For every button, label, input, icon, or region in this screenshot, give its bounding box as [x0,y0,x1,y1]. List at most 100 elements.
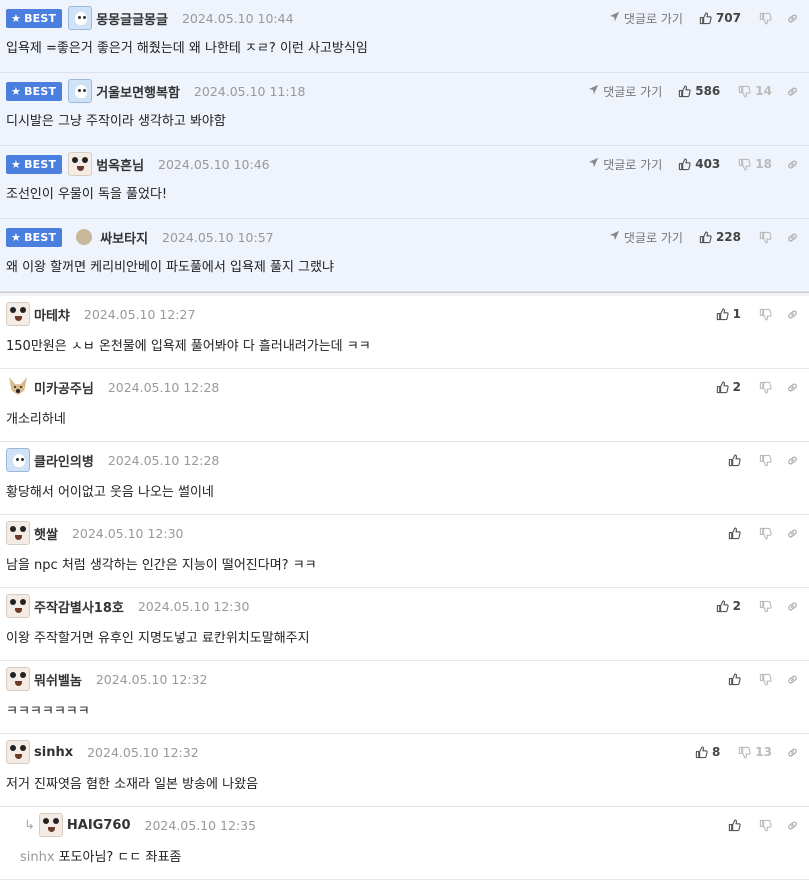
user-nickname[interactable]: 뭐쉬벨놈 [34,670,82,689]
dislike-button[interactable] [755,381,772,394]
user-nickname[interactable]: sinhx [34,745,73,760]
dog-character-icon[interactable] [6,594,30,618]
dog-character-icon[interactable] [38,813,63,837]
link-icon[interactable] [786,308,799,321]
thumbs-up-icon [716,308,729,321]
comment-date: 2024.05.10 12:27 [83,306,196,322]
goto-comment-link[interactable]: 댓글로 가기 [588,156,662,173]
thumbs-down-icon [759,600,772,613]
comment-body: 저거 진짜엿음 혐한 소재라 일본 방송에 나왔음 [6,777,259,792]
like-button[interactable] [724,527,741,540]
comment-text: sinhx 포도아님? ㄷㄷ 좌표좀 [20,846,181,865]
best-comment: ★ BEST 싸보타지 2024.05.10 10:57 댓글로 가기 228 왜 이왕 할… [0,219,809,292]
dislike-button[interactable] [755,673,772,686]
dislike-button[interactable] [755,454,772,467]
link-icon[interactable] [786,454,799,467]
dislike-button[interactable]: 13 [734,745,772,759]
dislike-button[interactable] [755,600,772,613]
comment-body: 남을 npc 처럼 생각하는 인간은 지능이 떨어진다며? ㅋㅋ [6,558,317,573]
like-count: 2 [732,599,741,613]
link-icon[interactable] [786,12,799,25]
dislike-button[interactable] [755,527,772,540]
default-dot-icon[interactable] [76,229,93,245]
dog-character-icon[interactable] [6,667,30,691]
link-icon[interactable] [786,746,799,759]
best-badge-label: BEST [24,84,57,98]
user-nickname[interactable]: 햇쌀 [34,524,58,543]
goto-comment-link[interactable]: 댓글로 가기 [609,229,683,246]
goto-comment-label: 댓글로 가기 [623,230,683,245]
blue-character-icon[interactable] [68,79,93,103]
dislike-button[interactable] [755,12,772,25]
user-nickname[interactable]: 범옥흔님 [96,155,144,174]
best-badge: ★ BEST [6,154,63,174]
dislike-button[interactable]: 18 [734,157,772,171]
star-icon: ★ [11,230,22,244]
dislike-button[interactable] [755,819,772,832]
comment: 미카공주님 2024.05.10 12:28 2 개소리하네 [0,369,809,442]
like-button[interactable] [724,673,741,686]
like-button[interactable]: 228 [695,230,741,244]
like-button[interactable]: 2 [712,599,741,613]
thumbs-up-icon [695,746,708,759]
dislike-button[interactable] [755,231,772,244]
user-nickname[interactable]: HAIG760 [67,818,131,833]
goto-arrow-icon [588,84,603,98]
comment-text: 개소리하네 [6,408,66,427]
thumbs-down-icon [738,746,751,759]
link-icon[interactable] [786,231,799,244]
user-nickname[interactable]: 거울보면행복함 [96,82,180,101]
comment-header: ↳ HAIG760 2024.05.10 12:35 [6,812,809,838]
comment-actions: 댓글로 가기 586 14 [588,78,799,104]
like-button[interactable]: 2 [712,380,741,394]
dog-character-icon[interactable] [6,521,30,545]
goto-comment-link[interactable]: 댓글로 가기 [588,83,662,100]
thumbs-up-icon [728,527,741,540]
like-button[interactable]: 707 [695,11,741,25]
thumbs-down-icon [759,454,772,467]
link-icon[interactable] [786,819,799,832]
dog-character-icon[interactable] [6,740,30,764]
link-icon[interactable] [786,527,799,540]
comment: 클라인의병 2024.05.10 12:28 황당해서 어이없고 웃음 나오는 썰이… [0,442,809,515]
link-icon[interactable] [786,381,799,394]
like-button[interactable]: 403 [674,157,720,171]
user-nickname[interactable]: 마테챠 [34,305,70,324]
like-button[interactable] [724,454,741,467]
comment-actions [724,812,799,838]
like-button[interactable]: 8 [691,745,720,759]
reply-mention[interactable]: sinhx [20,850,55,865]
goto-comment-link[interactable]: 댓글로 가기 [609,10,683,27]
comment: 마테챠 2024.05.10 12:27 1 150만원은 ㅅㅂ 온천물에 입욕제 풀… [0,296,809,369]
fox-character-icon[interactable] [6,375,30,399]
goto-comment-label: 댓글로 가기 [603,157,663,172]
dislike-button[interactable] [755,308,772,321]
comment-text: 150만원은 ㅅㅂ 온천물에 입욕제 풀어봐야 다 흘러내려가는데 ㅋㅋ [6,335,371,354]
comment: 햇쌀 2024.05.10 12:30 남을 npc 처럼 생각하는 인간은 지능이… [0,515,809,588]
dislike-button[interactable]: 14 [734,84,772,98]
thumbs-up-icon [716,600,729,613]
goto-arrow-icon [609,11,624,25]
dog-character-icon[interactable] [68,152,93,176]
blue-character-icon[interactable] [6,448,30,472]
link-icon[interactable] [786,158,799,171]
link-icon[interactable] [786,600,799,613]
user-nickname[interactable]: 주작감별사18호 [34,597,124,616]
dislike-count: 13 [755,745,772,759]
like-button[interactable] [724,819,741,832]
thumbs-down-icon [738,85,751,98]
user-nickname[interactable]: 싸보타지 [100,228,148,247]
user-nickname[interactable]: 몽몽글글몽글 [96,9,168,28]
user-nickname[interactable]: 미카공주님 [34,378,94,397]
goto-comment-label: 댓글로 가기 [603,84,663,99]
user-nickname[interactable]: 클라인의병 [34,451,94,470]
blue-character-icon[interactable] [68,6,93,30]
best-comment: ★ BEST 거울보면행복함 2024.05.10 11:18 댓글로 가기 586 14 디… [0,73,809,146]
link-icon[interactable] [786,673,799,686]
like-button[interactable]: 1 [712,307,741,321]
dog-character-icon[interactable] [6,302,30,326]
like-button[interactable]: 586 [674,84,720,98]
link-icon[interactable] [786,85,799,98]
comment-date: 2024.05.10 10:57 [162,229,274,245]
comment: 뭐쉬벨놈 2024.05.10 12:32 ㅋㅋㅋㅋㅋㅋㅋ [0,661,809,734]
